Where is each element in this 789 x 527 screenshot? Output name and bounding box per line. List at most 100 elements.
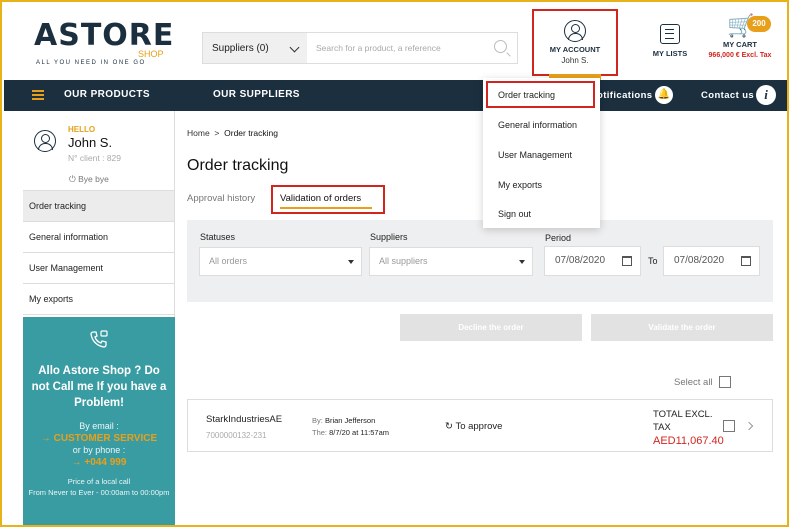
order-checkbox[interactable] xyxy=(723,420,735,432)
breadcrumb: Home > Order tracking xyxy=(187,128,278,138)
tab-validation-of-orders[interactable]: Validation of orders xyxy=(280,193,361,204)
search-input[interactable]: Search for a product, a reference xyxy=(307,33,517,63)
cart-amount: 966,000 € Excl. Tax xyxy=(708,52,772,59)
date-from-value: 07/08/2020 xyxy=(555,255,606,266)
sidebar-item-general-information[interactable]: General information xyxy=(23,222,174,253)
order-date-value: 8/7/20 at 11:57am xyxy=(329,428,390,437)
my-lists-button[interactable]: MY LISTS xyxy=(647,24,693,58)
order-status: ↻ To approve xyxy=(445,421,502,432)
period-label: Period xyxy=(545,233,572,243)
dropdown-item-my-exports[interactable]: My exports xyxy=(498,180,542,190)
search-bar: Suppliers (0) Search for a product, a re… xyxy=(202,32,518,64)
calendar-icon[interactable] xyxy=(622,256,632,266)
sidebar-user: HELLO John S. N° client : 829 ⏻ Bye bye xyxy=(23,111,174,191)
phone-icon xyxy=(89,329,109,349)
chevron-right-icon[interactable] xyxy=(744,421,754,431)
account-dropdown: Order tracking General information User … xyxy=(483,78,600,228)
customer-service-label: CUSTOMER SERVICE xyxy=(53,433,158,444)
validate-order-button[interactable]: Validate the order xyxy=(591,314,773,341)
client-number: N° client : 829 xyxy=(68,153,122,163)
supplier-select[interactable]: Suppliers (0) xyxy=(203,33,307,63)
my-account-button[interactable]: MY ACCOUNT John S. xyxy=(532,9,618,80)
sidebar-item-user-management[interactable]: User Management xyxy=(23,253,174,284)
account-user-name: John S. xyxy=(561,56,589,65)
order-by-value: Brian Jefferson xyxy=(324,416,376,425)
user-name: John S. xyxy=(68,135,113,150)
nav-notifications[interactable]: otifications xyxy=(597,90,652,101)
order-amount: AED11,067.40 xyxy=(653,435,724,447)
logo-sub: SHOP xyxy=(138,49,164,59)
customer-service-link[interactable]: → CUSTOMER SERVICE xyxy=(23,433,175,444)
tab-active-underline xyxy=(280,207,372,209)
decline-order-button[interactable]: Decline the order xyxy=(400,314,582,341)
order-total-label: TOTAL EXCL. TAX xyxy=(653,409,713,433)
suppliers-label: Suppliers xyxy=(370,232,408,242)
user-icon xyxy=(564,20,586,42)
list-icon xyxy=(660,24,680,44)
dropdown-item-sign-out[interactable]: Sign out xyxy=(498,209,531,219)
nav-our-products[interactable]: OUR PRODUCTS xyxy=(64,89,150,100)
calendar-icon[interactable] xyxy=(741,256,751,266)
my-cart-button[interactable]: 🛒 200 MY CART 966,000 € Excl. Tax xyxy=(704,15,776,60)
logo[interactable]: ASTORE SHOP ALL YOU NEED IN ONE GO xyxy=(34,18,174,70)
logout-link[interactable]: ⏻ Bye bye xyxy=(69,174,109,185)
select-all-label: Select all xyxy=(674,377,713,388)
breadcrumb-separator: > xyxy=(214,128,220,138)
filters-panel: Statuses All orders Suppliers All suppli… xyxy=(187,220,773,302)
my-cart-label: MY CART xyxy=(722,40,758,49)
breadcrumb-home[interactable]: Home xyxy=(187,128,210,138)
order-row[interactable]: StarkIndustriesAE 7000000132-231 By: Bri… xyxy=(187,399,773,452)
logo-tagline: ALL YOU NEED IN ONE GO xyxy=(36,60,146,66)
promo-hours: From Never to Ever - 00:00am to 00:00pm xyxy=(28,488,170,497)
order-company: StarkIndustriesAE xyxy=(206,414,283,425)
statuses-select[interactable]: All orders xyxy=(199,247,362,276)
date-to-value: 07/08/2020 xyxy=(674,255,725,266)
date-to-input[interactable]: 07/08/2020 xyxy=(663,246,760,276)
date-from-input[interactable]: 07/08/2020 xyxy=(544,246,641,276)
search-icon[interactable] xyxy=(494,40,507,53)
search-placeholder: Search for a product, a reference xyxy=(316,43,441,53)
sidebar-item-my-exports[interactable]: My exports xyxy=(23,284,174,315)
supplier-select-label: Suppliers (0) xyxy=(212,42,269,54)
order-by: By: Brian Jefferson xyxy=(312,416,375,425)
app-frame: ASTORE SHOP ALL YOU NEED IN ONE GO Suppl… xyxy=(0,0,789,527)
chevron-down-icon xyxy=(289,42,300,53)
order-by-label: By: xyxy=(312,416,323,425)
to-label: To xyxy=(648,256,658,266)
phone-link[interactable]: → +044 999 xyxy=(23,457,175,468)
dropdown-item-general-information[interactable]: General information xyxy=(498,120,577,130)
logo-text: ASTORE xyxy=(34,18,175,53)
sidebar-item-order-tracking[interactable]: Order tracking xyxy=(23,191,174,222)
nav-contact-us[interactable]: Contact us xyxy=(701,90,754,101)
cart-badge: 200 xyxy=(747,16,771,32)
suppliers-select[interactable]: All suppliers xyxy=(369,247,533,276)
caret-down-icon xyxy=(519,260,525,264)
promo-price: Price of a local call xyxy=(67,477,131,486)
dropdown-item-order-tracking[interactable]: Order tracking xyxy=(498,90,555,100)
order-date-label: The: xyxy=(312,428,328,437)
menu-icon[interactable] xyxy=(32,90,44,100)
statuses-value: All orders xyxy=(209,256,248,266)
user-icon xyxy=(34,130,56,152)
order-id: 7000000132-231 xyxy=(206,431,267,440)
select-all-checkbox[interactable] xyxy=(719,376,731,388)
promo-title: Allo Astore Shop ? Do not Call me If you… xyxy=(31,365,167,409)
promo-by-email: By email : xyxy=(79,421,119,431)
sidebar: HELLO John S. N° client : 829 ⏻ Bye bye … xyxy=(23,111,175,525)
dropdown-item-user-management[interactable]: User Management xyxy=(498,150,572,160)
tab-approval-history[interactable]: Approval history xyxy=(187,193,255,204)
bell-icon[interactable]: 🔔 xyxy=(655,86,673,104)
hello-label: HELLO xyxy=(68,125,96,134)
header: ASTORE SHOP ALL YOU NEED IN ONE GO Suppl… xyxy=(4,4,787,80)
info-icon[interactable]: i xyxy=(756,85,776,105)
breadcrumb-current: Order tracking xyxy=(224,128,278,138)
my-lists-label: MY LISTS xyxy=(652,49,688,58)
order-status-label: To approve xyxy=(455,421,503,432)
page-title: Order tracking xyxy=(187,157,289,174)
order-date: The: 8/7/20 at 11:57am xyxy=(312,428,389,437)
support-promo: Allo Astore Shop ? Do not Call me If you… xyxy=(23,317,175,525)
refresh-icon: ↻ xyxy=(445,421,453,432)
nav-our-suppliers[interactable]: OUR SUPPLIERS xyxy=(213,89,300,100)
statuses-label: Statuses xyxy=(200,232,236,242)
caret-down-icon xyxy=(348,260,354,264)
